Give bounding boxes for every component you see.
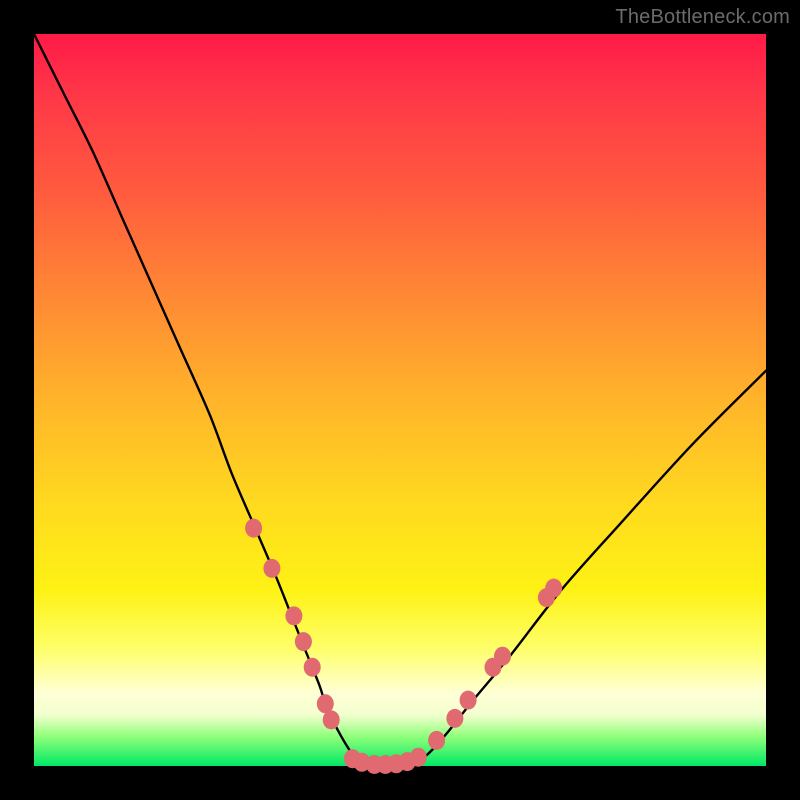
left-marker-5 xyxy=(304,658,321,677)
watermark-text: TheBottleneck.com xyxy=(615,6,790,29)
bottleneck-curve xyxy=(34,34,766,767)
right-marker-5 xyxy=(494,647,511,666)
right-marker-1 xyxy=(428,731,445,750)
markers-group xyxy=(245,519,562,774)
bottom-marker-7 xyxy=(410,748,427,767)
left-marker-1 xyxy=(245,519,262,538)
curve-svg xyxy=(34,34,766,766)
left-marker-2 xyxy=(263,559,280,578)
plot-area xyxy=(34,34,766,766)
left-marker-7 xyxy=(323,710,340,729)
left-marker-3 xyxy=(285,606,302,625)
chart-frame: TheBottleneck.com xyxy=(0,0,800,800)
right-marker-2 xyxy=(446,709,463,728)
right-marker-3 xyxy=(460,691,477,710)
right-marker-7 xyxy=(545,579,562,598)
left-marker-4 xyxy=(295,632,312,651)
